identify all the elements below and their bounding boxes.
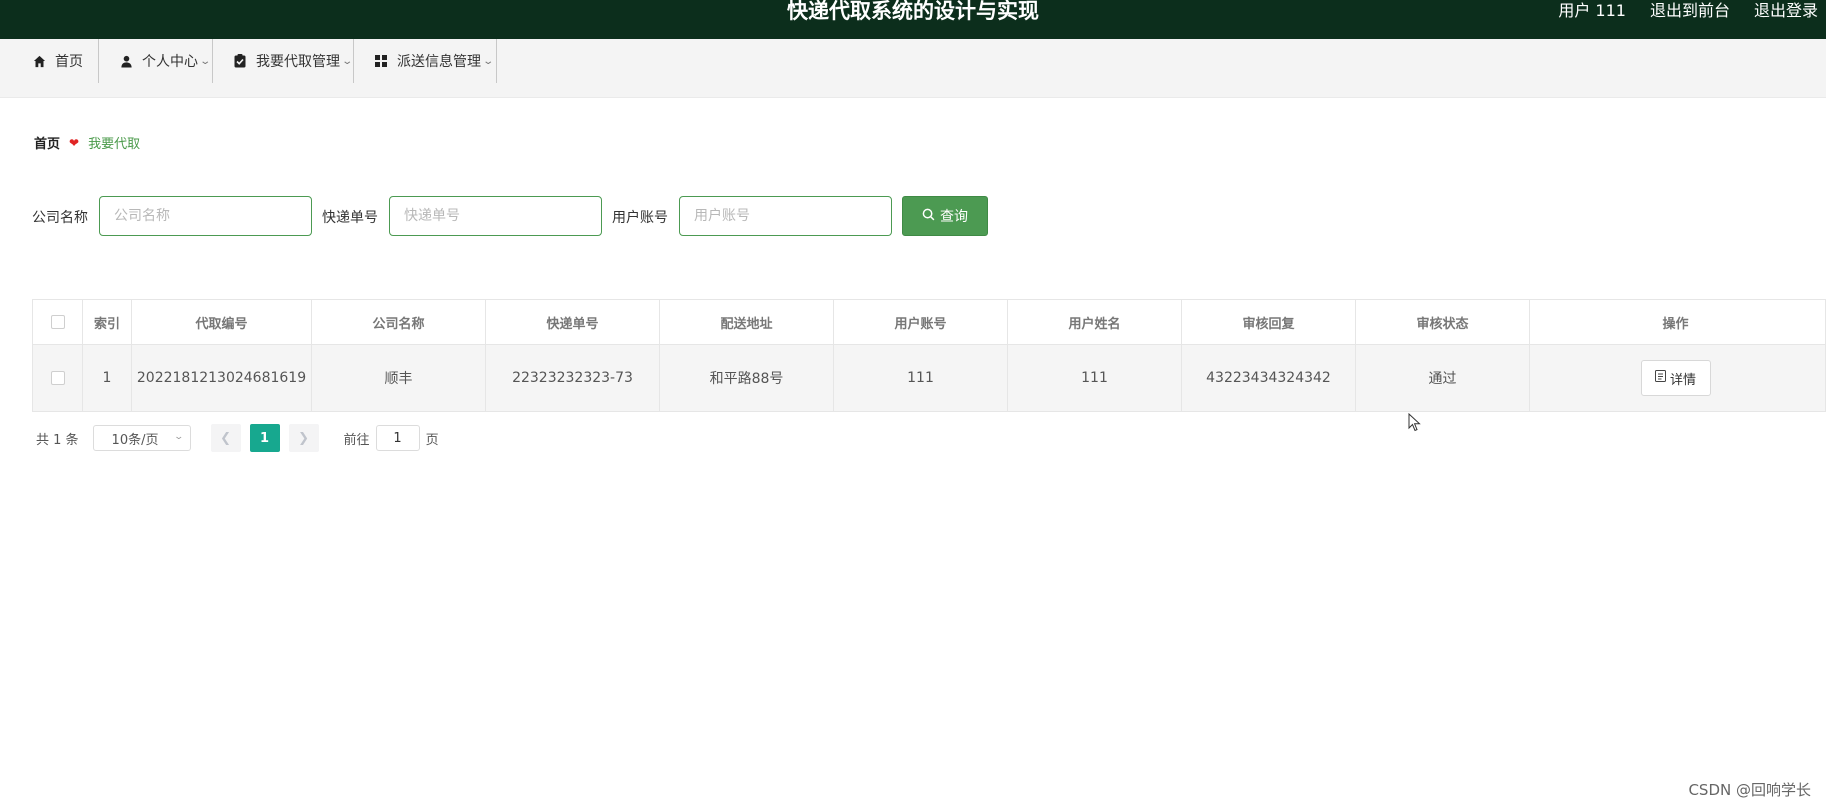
menu-label-pickup-management: 我要代取管理 bbox=[256, 54, 340, 70]
menu-label-delivery-management: 派送信息管理 bbox=[397, 54, 481, 70]
chevron-down-icon: ⌄ bbox=[199, 55, 212, 67]
breadcrumb-home[interactable]: 首页 bbox=[34, 133, 60, 152]
query-button[interactable]: 查询 bbox=[902, 196, 988, 236]
cell-address: 和平路88号 bbox=[660, 345, 834, 411]
row-select-cell bbox=[33, 345, 83, 411]
cell-account: 111 bbox=[834, 345, 1008, 411]
breadcrumb-current: 我要代取 bbox=[88, 137, 141, 152]
cell-name: 111 bbox=[1008, 345, 1182, 411]
tracking-input[interactable] bbox=[389, 196, 602, 236]
menu-item-personal-center[interactable]: 个人中心 ⌄ bbox=[99, 39, 213, 83]
menu-item-delivery-management[interactable]: 派送信息管理 ⌄ bbox=[354, 39, 497, 83]
mouse-cursor-icon bbox=[1408, 412, 1422, 437]
menu-label-home: 首页 bbox=[55, 54, 83, 70]
row-checkbox[interactable] bbox=[50, 371, 65, 385]
col-header-address: 配送地址 bbox=[660, 300, 834, 344]
heart-icon: ❤ bbox=[69, 135, 80, 150]
pagination: 共 1 条 10条/页 ⌄ ❮ 1 ❯ 前往 页 bbox=[36, 424, 439, 452]
cell-reply: 43223434324342 bbox=[1182, 345, 1356, 411]
company-label: 公司名称 bbox=[32, 210, 88, 226]
col-header-account: 用户账号 bbox=[834, 300, 1008, 344]
breadcrumb: 首页 ❤ 我要代取 bbox=[34, 133, 141, 153]
menu-item-home[interactable]: 首页 bbox=[0, 39, 99, 83]
user-icon bbox=[119, 54, 133, 68]
table-header: 索引 代取编号 公司名称 快递单号 配送地址 用户账号 用户姓名 审核回复 审核… bbox=[33, 300, 1825, 345]
exit-to-frontend-link[interactable]: 退出到前台 bbox=[1650, 0, 1730, 22]
cell-pickup-no: 2022181213024681619 bbox=[132, 345, 312, 411]
watermark: CSDN @回响学长 bbox=[1688, 781, 1811, 799]
next-page-button[interactable]: ❯ bbox=[288, 424, 319, 452]
page-size-value: 10条/页 bbox=[111, 432, 159, 448]
account-input[interactable] bbox=[679, 196, 892, 236]
cell-status: 通过 bbox=[1356, 345, 1530, 411]
pickup-table: 索引 代取编号 公司名称 快递单号 配送地址 用户账号 用户姓名 审核回复 审核… bbox=[32, 299, 1826, 412]
cell-action: 详情 bbox=[1530, 345, 1821, 411]
select-all-cell bbox=[33, 300, 83, 344]
logout-link[interactable]: 退出登录 bbox=[1754, 0, 1818, 22]
account-label: 用户账号 bbox=[612, 210, 668, 226]
cell-company: 顺丰 bbox=[312, 345, 486, 411]
header-actions: 用户 111 退出到前台 退出登录 bbox=[1558, 0, 1818, 22]
page-size-select[interactable]: 10条/页 ⌄ bbox=[92, 425, 191, 451]
prev-page-button[interactable]: ❮ bbox=[210, 424, 241, 452]
col-header-reply: 审核回复 bbox=[1182, 300, 1356, 344]
menu-label-personal-center: 个人中心 bbox=[142, 54, 198, 70]
col-header-name: 用户姓名 bbox=[1008, 300, 1182, 344]
detail-button-label: 详情 bbox=[1669, 372, 1696, 388]
col-header-index: 索引 bbox=[83, 300, 132, 344]
home-icon bbox=[32, 54, 46, 68]
current-user-label[interactable]: 用户 111 bbox=[1558, 0, 1626, 22]
page-number-button[interactable]: 1 bbox=[249, 424, 280, 452]
col-header-tracking-no: 快递单号 bbox=[486, 300, 660, 344]
chevron-down-icon: ⌄ bbox=[173, 432, 185, 442]
table-row: 1 2022181213024681619 顺丰 22323232323-73 … bbox=[33, 345, 1825, 411]
company-input[interactable] bbox=[99, 196, 312, 236]
search-icon bbox=[922, 208, 935, 225]
col-header-company: 公司名称 bbox=[312, 300, 486, 344]
query-button-label: 查询 bbox=[940, 209, 968, 225]
col-header-action: 操作 bbox=[1662, 316, 1689, 332]
chevron-left-icon: ❮ bbox=[220, 430, 231, 446]
top-header: 快递代取系统的设计与实现 用户 111 退出到前台 退出登录 bbox=[0, 0, 1826, 39]
clipboard-icon bbox=[233, 54, 247, 68]
goto-label: 前往 bbox=[343, 432, 370, 448]
system-title: 快递代取系统的设计与实现 bbox=[787, 0, 1039, 23]
chevron-down-icon: ⌄ bbox=[341, 55, 354, 67]
cell-index: 1 bbox=[83, 345, 132, 411]
cell-tracking-no: 22323232323-73 bbox=[486, 345, 660, 411]
chevron-right-icon: ❯ bbox=[298, 430, 309, 446]
detail-button[interactable]: 详情 bbox=[1640, 360, 1711, 396]
col-header-pickup-no: 代取编号 bbox=[132, 300, 312, 344]
chevron-down-icon: ⌄ bbox=[482, 55, 495, 67]
page-unit-label: 页 bbox=[425, 432, 439, 448]
col-header-status: 审核状态 bbox=[1356, 300, 1530, 344]
main-menu: 首页 个人中心 ⌄ 我要代取管理 ⌄ 派送信息管理 ⌄ bbox=[0, 39, 1826, 98]
menu-item-pickup-management[interactable]: 我要代取管理 ⌄ bbox=[213, 39, 354, 83]
goto-page-input[interactable] bbox=[375, 425, 420, 451]
pagination-total: 共 1 条 bbox=[36, 432, 79, 448]
select-all-checkbox[interactable] bbox=[50, 315, 65, 329]
grid-icon bbox=[374, 54, 388, 68]
tracking-label: 快递单号 bbox=[322, 210, 378, 226]
document-icon bbox=[1654, 370, 1666, 386]
